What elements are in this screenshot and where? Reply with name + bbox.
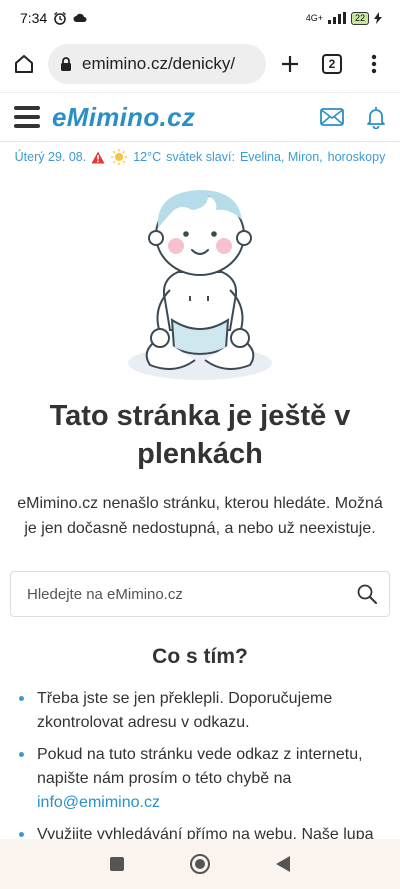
browser-menu-button[interactable] <box>356 46 392 82</box>
battery-level: 22 <box>354 13 365 23</box>
mail-icon[interactable] <box>320 108 344 126</box>
network-type: 4G+ <box>305 13 323 23</box>
nameday-label: svátek slaví: <box>166 150 235 164</box>
email-link[interactable]: info@emimino.cz <box>37 794 160 811</box>
temperature: 12°C <box>133 150 162 164</box>
battery-icon: 22 <box>350 11 369 25</box>
more-vert-icon <box>371 54 377 74</box>
home-nav-icon[interactable] <box>189 853 211 875</box>
horoscopes-link[interactable]: horoskopy <box>328 150 386 164</box>
bell-icon[interactable] <box>366 105 386 129</box>
search-icon[interactable] <box>357 584 377 604</box>
recents-icon[interactable] <box>109 856 125 872</box>
tip-text: Třeba jste se jen překlepli. Doporučujem… <box>37 690 333 731</box>
alarm-icon <box>54 11 67 25</box>
list-item: Pokud na tuto stránku vede odkaz z inter… <box>18 743 382 815</box>
site-header: eMimino.cz <box>0 92 400 142</box>
help-list: Třeba jste se jen překlepli. Doporučujem… <box>0 687 400 847</box>
system-nav-bar <box>0 839 400 889</box>
address-bar[interactable]: emimino.cz/denicky/ <box>48 44 266 84</box>
tip-text: Pokud na tuto stránku vede odkaz z inter… <box>37 746 363 787</box>
charging-icon <box>374 12 382 24</box>
info-line: Úterý 29. 08. 12°C svátek slaví: Evelina… <box>0 142 400 172</box>
search-box[interactable] <box>10 571 390 617</box>
status-bar: 7:34 4G+ 22 <box>0 0 400 36</box>
browser-toolbar: emimino.cz/denicky/ 2 <box>0 36 400 92</box>
status-time: 7:34 <box>20 10 48 26</box>
new-tab-button[interactable] <box>272 46 308 82</box>
sun-icon <box>111 149 128 165</box>
nameday-names[interactable]: Evelina, Miron, <box>240 150 323 164</box>
home-icon <box>15 55 33 73</box>
current-date[interactable]: Úterý 29. 08. <box>15 150 87 164</box>
plus-icon <box>282 56 298 72</box>
tabs-button[interactable]: 2 <box>314 46 350 82</box>
home-button[interactable] <box>6 46 42 82</box>
tab-count: 2 <box>322 54 342 74</box>
search-input[interactable] <box>27 585 357 603</box>
site-logo[interactable]: eMimino.cz <box>52 102 195 133</box>
signal-icon <box>327 12 346 24</box>
page-title: Tato stránka je ještě v plenkách <box>49 400 351 470</box>
url-text[interactable]: emimino.cz/denicky/ <box>82 54 235 74</box>
cloud-icon <box>73 13 87 22</box>
warning-icon[interactable] <box>91 151 105 164</box>
list-item: Třeba jste se jen překlepli. Doporučujem… <box>18 687 382 735</box>
baby-illustration <box>0 180 400 385</box>
lock-icon <box>61 56 71 71</box>
menu-icon[interactable] <box>14 106 40 128</box>
error-description: eMimino.cz nenašlo stránku, kterou hledá… <box>17 495 383 537</box>
help-title: Co s tím? <box>152 645 248 668</box>
back-icon[interactable] <box>275 855 291 873</box>
